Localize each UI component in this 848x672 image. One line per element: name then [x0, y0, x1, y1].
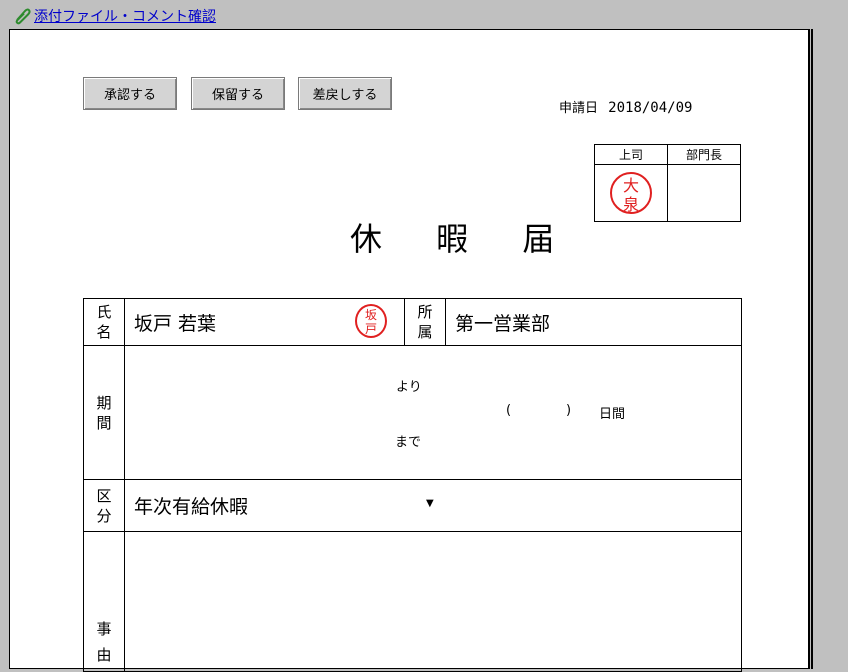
hold-button[interactable]: 保留する [191, 77, 285, 110]
type-label: 区 分 [83, 479, 125, 532]
sheet-shadow [811, 29, 813, 669]
approval-stamp-table: 上司 部門長 大 泉 [594, 144, 741, 222]
name-label: 氏 名 [83, 298, 125, 346]
supervisor-seal: 大 泉 [610, 172, 652, 214]
period-cell: より ( ) 日間 まで [124, 345, 742, 480]
period-label: 期 間 [83, 345, 125, 480]
paperclip-icon [15, 8, 31, 25]
approval-header-supervisor: 上司 [594, 144, 668, 165]
name-value: 坂戸 若葉 [134, 312, 217, 335]
reason-cell[interactable] [124, 531, 742, 672]
name-value-cell: 坂戸 若葉 坂 戸 [124, 298, 405, 346]
department-value: 第一営業部 [445, 298, 742, 346]
leave-form-table: 氏 名 坂戸 若葉 坂 戸 所 属 第一営業部 期 間 より () 日間 まで… [83, 298, 742, 672]
leave-type-select[interactable]: 年次有給休暇 ▼ [124, 479, 742, 532]
application-date-value: 2018/04/09 [608, 100, 693, 116]
reason-label: 事 由 [83, 531, 125, 672]
attachment-comment-link[interactable]: 添付ファイル・コメント確認 [12, 6, 216, 26]
applicant-seal: 坂 戸 [355, 304, 387, 338]
dropdown-arrow-icon[interactable]: ▼ [426, 498, 434, 509]
application-date: 申請日 2018/04/09 [559, 97, 692, 116]
form-title: 休 暇 届 [350, 220, 577, 258]
days-close-paren: ) [566, 403, 572, 418]
application-date-label: 申請日 [559, 101, 599, 116]
from-text: より [396, 380, 422, 395]
supervisor-stamp-cell: 大 泉 [594, 164, 668, 222]
approve-button[interactable]: 承認する [83, 77, 177, 110]
days-open-paren: ( [506, 403, 512, 418]
department-head-stamp-cell [667, 164, 741, 222]
to-text: まで [395, 435, 422, 450]
leave-type-value: 年次有給休暇 [134, 496, 249, 518]
department-label: 所 属 [404, 298, 446, 346]
return-button[interactable]: 差戻しする [298, 77, 392, 110]
top-bar: 添付ファイル・コメント確認 [0, 0, 848, 30]
attachment-link-text[interactable]: 添付ファイル・コメント確認 [34, 6, 216, 26]
leave-form-sheet: 承認する 保留する 差戻しする 申請日 2018/04/09 上司 部門長 大 … [9, 29, 810, 672]
approval-header-department-head: 部門長 [667, 144, 741, 165]
days-unit: 日間 [599, 407, 626, 422]
